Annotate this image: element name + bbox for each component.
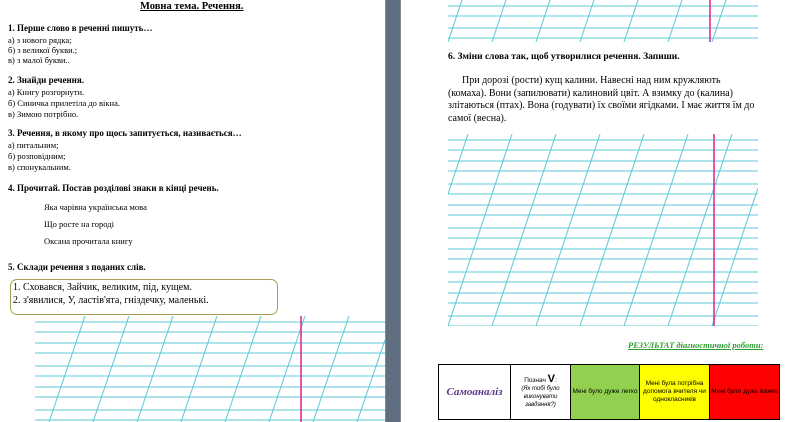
easy-option-cell[interactable]: Мені було дуже легко [570, 364, 640, 420]
question-3-option-a: а) питальним; [8, 140, 59, 150]
check-mark-symbol: V [547, 373, 555, 385]
hard-option-cell[interactable]: Мені було дуже важко [709, 364, 780, 420]
question-6-text: При дорозі (рости) кущ калини. Навесні н… [448, 75, 755, 124]
question-4-heading: 4. Прочитай. Постав розділові знаки в кі… [8, 183, 219, 193]
question-2-option-c: в) Зимою потрібно. [8, 109, 79, 119]
self-assessment-table: Самоаналіз Познач V: (Як тобі було викон… [438, 364, 780, 420]
writing-lines-top-right[interactable] [448, 0, 758, 42]
question-5-heading: 5. Склади речення з поданих слів. [8, 262, 146, 272]
question-1-option-b: б) з великої букви.; [8, 45, 78, 55]
mark-instruction-cell: Познач V: (Як тобі було виконувати завда… [510, 364, 571, 420]
question-1-heading: 1. Перше слово в реченні пишуть… [8, 23, 153, 33]
question-1-option-c: в) з малої букви.. [8, 55, 70, 65]
worksheet-page-right: 6. Зміни слова так, щоб утворилися речен… [400, 0, 804, 422]
self-assessment-label: Самоаналіз [438, 364, 511, 420]
page-edge-left [385, 0, 386, 422]
result-label: РЕЗУЛЬТАТ діагностичної роботи: [628, 340, 764, 350]
word-order-item-1: 1. Сховався, Зайчик, великим, під, кущем… [13, 282, 192, 293]
question-2-option-a: а) Книгу розгорнути. [8, 87, 85, 97]
word-order-box: 1. Сховався, Зайчик, великим, під, кущем… [10, 279, 278, 315]
question-2-option-b: б) Синичка прилетіла до вікна. [8, 98, 120, 108]
help-option-cell[interactable]: Мені була потрібна допомога вчителя чи о… [639, 364, 710, 420]
writing-lines-right[interactable] [448, 134, 758, 326]
question-6-heading: 6. Зміни слова так, щоб утворилися речен… [448, 52, 680, 62]
page-title: Мовна тема. Речення. [140, 1, 244, 12]
question-4-sentence-1: Яка чарівна українська мова [44, 202, 147, 212]
question-2-heading: 2. Знайди речення. [8, 75, 84, 85]
page-edge-right [400, 0, 401, 422]
question-3-option-c: в) спонукальним. [8, 162, 71, 172]
word-order-item-2: 2. з'явилися, У, ластів'ята, гніздечку, … [13, 295, 209, 306]
mark-prefix: Познач [524, 377, 546, 384]
question-1-option-a: а) з нового рядка; [8, 35, 72, 45]
question-4-sentence-2: Що росте на городі [44, 219, 114, 229]
question-4-sentence-3: Оксана прочитала книгу [44, 236, 133, 246]
mark-question: (Як тобі було виконувати завдання?) [521, 386, 560, 408]
question-3-option-b: б) розповідним; [8, 151, 66, 161]
question-3-heading: 3. Речення, в якому про щось запитується… [8, 128, 242, 138]
worksheet-page-left: Мовна тема. Речення. 1. Перше слово в ре… [0, 0, 385, 422]
writing-lines-left[interactable] [35, 316, 385, 422]
